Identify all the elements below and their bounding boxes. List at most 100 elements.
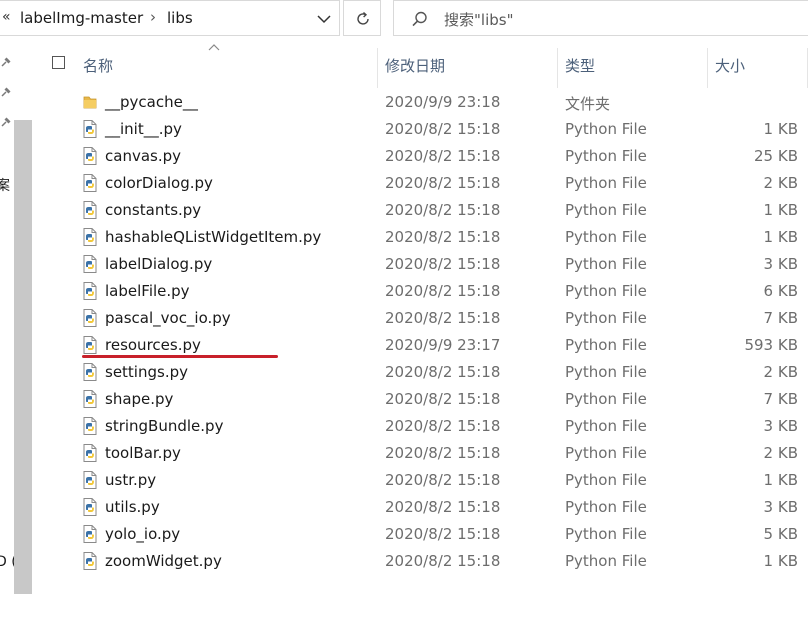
- search-input[interactable]: 搜索"libs": [393, 0, 808, 36]
- refresh-button[interactable]: [343, 0, 381, 36]
- overflow-chevron-icon[interactable]: «: [2, 9, 11, 25]
- column-header-name[interactable]: 名称: [83, 55, 113, 76]
- file-name: labelFile.py: [105, 282, 190, 300]
- file-row[interactable]: __init__.py 2020/8/2 15:18 Python File 1 KB: [34, 116, 808, 143]
- file-size: 2 KB: [763, 174, 798, 192]
- column-divider[interactable]: [377, 48, 378, 88]
- file-modified-date: 2020/8/2 15:18: [385, 228, 501, 246]
- file-modified-date: 2020/9/9 23:17: [385, 336, 501, 354]
- nav-item-fragment[interactable]: 案: [0, 175, 10, 195]
- python-file-icon: [83, 228, 97, 246]
- column-header-type[interactable]: 类型: [565, 55, 595, 76]
- file-row[interactable]: pascal_voc_io.py 2020/8/2 15:18 Python Fil…: [34, 305, 808, 332]
- file-modified-date: 2020/8/2 15:18: [385, 471, 501, 489]
- search-icon: [412, 11, 427, 27]
- file-name: yolo_io.py: [105, 525, 181, 543]
- file-modified-date: 2020/8/2 15:18: [385, 390, 501, 408]
- file-row[interactable]: ustr.py 2020/8/2 15:18 Python File 1 KB: [34, 467, 808, 494]
- file-row[interactable]: stringBundle.py 2020/8/2 15:18 Python File…: [34, 413, 808, 440]
- file-type: Python File: [565, 390, 647, 408]
- column-divider[interactable]: [707, 48, 708, 88]
- search-placeholder: 搜索"libs": [444, 11, 514, 29]
- file-type: Python File: [565, 174, 647, 192]
- file-row[interactable]: __pycache__ 2020/9/9 23:18 文件夹: [34, 89, 808, 116]
- pin-icon[interactable]: [0, 86, 12, 98]
- file-size: 1 KB: [763, 228, 798, 246]
- file-row[interactable]: settings.py 2020/8/2 15:18 Python File 2 KB: [34, 359, 808, 386]
- file-size: 1 KB: [763, 120, 798, 138]
- python-file-icon: [83, 120, 97, 138]
- python-file-icon: [83, 417, 97, 435]
- breadcrumb-labelimg-master[interactable]: labelImg-master: [20, 9, 143, 27]
- file-row[interactable]: zoomWidget.py 2020/8/2 15:18 Python File 1 …: [34, 548, 808, 575]
- file-row[interactable]: labelFile.py 2020/8/2 15:18 Python File 6 K…: [34, 278, 808, 305]
- file-name: labelDialog.py: [105, 255, 213, 273]
- file-type: Python File: [565, 309, 647, 327]
- file-row[interactable]: colorDialog.py 2020/8/2 15:18 Python File 2…: [34, 170, 808, 197]
- file-row[interactable]: labelDialog.py 2020/8/2 15:18 Python File 3…: [34, 251, 808, 278]
- file-row[interactable]: constants.py 2020/8/2 15:18 Python File 1 K…: [34, 197, 808, 224]
- file-row[interactable]: shape.py 2020/8/2 15:18 Python File 7 KB: [34, 386, 808, 413]
- file-name: stringBundle.py: [105, 417, 224, 435]
- python-file-icon: [83, 471, 97, 489]
- python-file-icon: [83, 363, 97, 381]
- file-size: 7 KB: [763, 309, 798, 327]
- file-name: hashableQListWidgetItem.py: [105, 228, 322, 246]
- file-size: 2 KB: [763, 444, 798, 462]
- breadcrumb-libs[interactable]: libs: [167, 9, 193, 27]
- select-all-checkbox[interactable]: [52, 56, 65, 69]
- file-row[interactable]: utils.py 2020/8/2 15:18 Python File 3 KB: [34, 494, 808, 521]
- chevron-down-icon[interactable]: [315, 11, 333, 27]
- python-file-icon: [83, 174, 97, 192]
- file-size: 6 KB: [763, 282, 798, 300]
- file-modified-date: 2020/8/2 15:18: [385, 309, 501, 327]
- file-modified-date: 2020/9/9 23:18: [385, 93, 501, 111]
- python-file-icon: [83, 525, 97, 543]
- python-file-icon: [83, 201, 97, 219]
- file-type: Python File: [565, 417, 647, 435]
- address-bar[interactable]: « labelImg-master › libs: [0, 0, 340, 36]
- column-header-date[interactable]: 修改日期: [385, 55, 445, 76]
- pin-icon[interactable]: [0, 116, 12, 128]
- file-size: 2 KB: [763, 363, 798, 381]
- file-type: Python File: [565, 120, 647, 138]
- file-modified-date: 2020/8/2 15:18: [385, 444, 501, 462]
- breadcrumb-separator-icon[interactable]: ›: [150, 8, 156, 26]
- file-modified-date: 2020/8/2 15:18: [385, 255, 501, 273]
- pin-icon[interactable]: [0, 56, 12, 68]
- file-size: 7 KB: [763, 390, 798, 408]
- column-divider[interactable]: [557, 48, 558, 88]
- file-name: __init__.py: [105, 120, 182, 138]
- file-row[interactable]: toolBar.py 2020/8/2 15:18 Python File 2 KB: [34, 440, 808, 467]
- refresh-icon: [357, 11, 369, 25]
- file-name: constants.py: [105, 201, 202, 219]
- file-name: utils.py: [105, 498, 160, 516]
- column-header-size[interactable]: 大小: [715, 55, 745, 76]
- file-modified-date: 2020/8/2 15:18: [385, 417, 501, 435]
- file-name: __pycache__: [105, 93, 198, 111]
- file-modified-date: 2020/8/2 15:18: [385, 201, 501, 219]
- file-type: Python File: [565, 363, 647, 381]
- file-size: 25 KB: [754, 147, 798, 165]
- navigation-pane: 案 D (: [0, 38, 34, 632]
- file-name: shape.py: [105, 390, 174, 408]
- toolbar: « labelImg-master › libs 搜索"libs": [0, 0, 808, 38]
- file-modified-date: 2020/8/2 15:18: [385, 552, 501, 570]
- file-type: Python File: [565, 336, 647, 354]
- file-row[interactable]: yolo_io.py 2020/8/2 15:18 Python File 5 KB: [34, 521, 808, 548]
- file-row[interactable]: hashableQListWidgetItem.py 2020/8/2 15:18…: [34, 224, 808, 251]
- file-row[interactable]: resources.py 2020/9/9 23:17 Python File 593…: [34, 332, 808, 359]
- file-modified-date: 2020/8/2 15:18: [385, 147, 501, 165]
- python-file-icon: [83, 282, 97, 300]
- python-file-icon: [83, 390, 97, 408]
- file-modified-date: 2020/8/2 15:18: [385, 282, 501, 300]
- file-modified-date: 2020/8/2 15:18: [385, 174, 501, 192]
- file-size: 1 KB: [763, 552, 798, 570]
- python-file-icon: [83, 309, 97, 327]
- file-type: Python File: [565, 282, 647, 300]
- scrollbar-thumb[interactable]: [14, 120, 32, 594]
- file-row[interactable]: canvas.py 2020/8/2 15:18 Python File 25 KB: [34, 143, 808, 170]
- file-size: 3 KB: [763, 417, 798, 435]
- file-name: zoomWidget.py: [105, 552, 222, 570]
- file-name: settings.py: [105, 363, 188, 381]
